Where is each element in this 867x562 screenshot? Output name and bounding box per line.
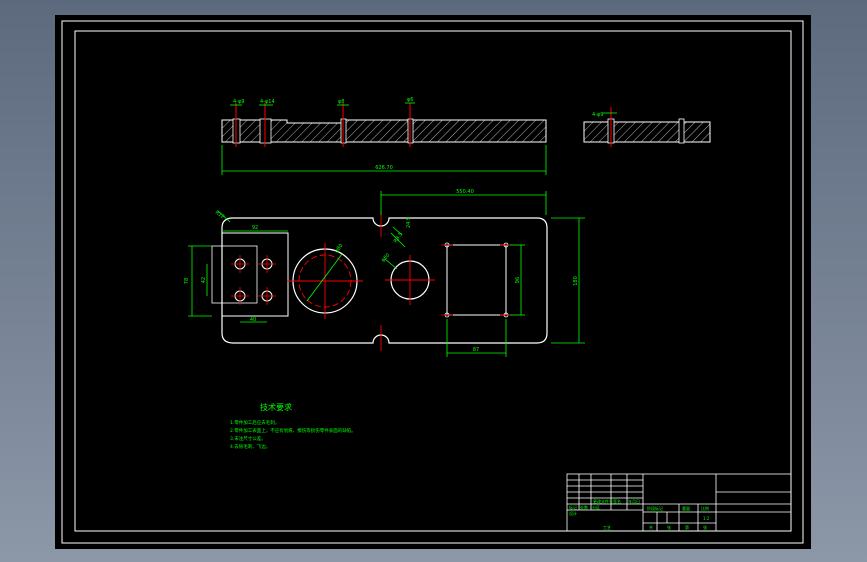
tb-weight-label: 重量 [682,505,690,511]
square-corner-holes [444,242,509,318]
plan-hole-spacing-x: 40 [250,317,256,323]
sub-plate-inner [211,245,258,304]
side-view-step [678,118,685,144]
plan-square-width: 87 [473,347,479,353]
side-view-hole-label: 4-φ9 [592,112,603,118]
plan-hole-diameter-label: φ60 [380,252,391,263]
square-corner-centerlines [441,244,512,316]
notes-line-1: 1.零件加工后应去毛刺。 [230,419,279,426]
title-block-labels: 标记 处数 分区 更改文件号 签名 年月日 设计 工艺 阶段标记 重量 比例 1… [569,498,710,530]
outer-border [61,20,804,544]
plan-radius-label: R12 [214,210,226,221]
technical-notes: 技术要求 1.零件加工后应去毛刺。 2.零件加工表面上，不应有划痕、擦伤等损伤零… [230,402,356,450]
inner-border [74,30,792,532]
tb-date-label: 年月日 [628,498,640,504]
side-view-body [583,118,711,143]
tb-stage-label: 阶段标记 [647,505,663,511]
medium-bore-centerlines [385,255,435,305]
side-section-view[interactable]: 4-φ9 [583,107,711,147]
plan-dimension-lines [188,191,585,357]
tb-mark-label: 标记 [569,504,577,510]
tb-count-label: 处数 [580,504,588,510]
top-view-overall-dimension: 626.70 [375,165,393,171]
notes-line-2: 2.零件加工表面上，不应有划痕、擦伤等损伤零件表面的缺陷。 [230,427,356,434]
tb-sheet-total-label: 共 [649,524,653,530]
plan-circle-diameter-label: φ80 [334,243,345,254]
tb-change-doc-label: 更改文件号 [593,498,613,504]
tb-zone-label: 分区 [592,504,600,510]
notes-line-4: 4.去除毛刺、飞边。 [230,443,270,450]
sub-plate-hole-centerlines [231,255,276,305]
plan-view-outline [221,217,548,344]
notes-title: 技术要求 [260,402,292,412]
top-view-hole-label-4: φ6 [407,97,413,103]
plan-height-dimension: 180 [573,276,579,286]
top-view-hole-label-3: φ8 [338,99,344,105]
plan-hole-spacing-y: 42 [201,277,207,283]
tb-sheet-no-unit: 张 [703,524,707,530]
tb-design-label: 设计 [569,510,577,516]
tb-process-label: 工艺 [603,525,611,530]
tb-scale-value: 1:2 [703,516,710,521]
large-bore-centerlines [287,243,363,319]
top-view-hole-label-2: 4-φ14 [260,99,275,105]
top-section-view[interactable]: 4-φ9 4-φ14 φ8 φ6 626.70 [221,97,547,175]
plan-length-dimension: 550.40 [456,189,474,195]
top-view-hole-label-1: 4-φ9 [233,99,244,105]
large-bore-diameter-line [306,253,343,302]
tb-sheet-total-unit: 张 [667,524,671,530]
tb-scale-label: 比例 [701,505,709,511]
square-pocket [446,244,507,316]
plan-slot-label: R8.5 [393,231,404,244]
drawing-sheet: 4-φ9 4-φ14 φ8 φ6 626.70 4-φ9 R12 550.40 … [61,20,804,544]
sub-plate [221,232,289,317]
tb-signature-label: 签名 [613,498,621,504]
cad-viewport[interactable]: 4-φ9 4-φ14 φ8 φ6 626.70 4-φ9 R12 550.40 … [55,15,811,549]
plan-plate-height: 78 [184,278,190,284]
sub-plate-holes [234,258,273,302]
plan-slot-depth: 24.5 [406,217,412,228]
plan-square-height: 96 [515,277,521,283]
tb-sheet-no-label: 第 [685,524,689,530]
plan-view[interactable]: R12 550.40 180 φ80 φ60 R8.5 24.5 92 78 4… [184,189,585,357]
notes-line-3: 3.未注尺寸公差。 [230,435,266,442]
plan-plate-width: 92 [252,225,258,231]
